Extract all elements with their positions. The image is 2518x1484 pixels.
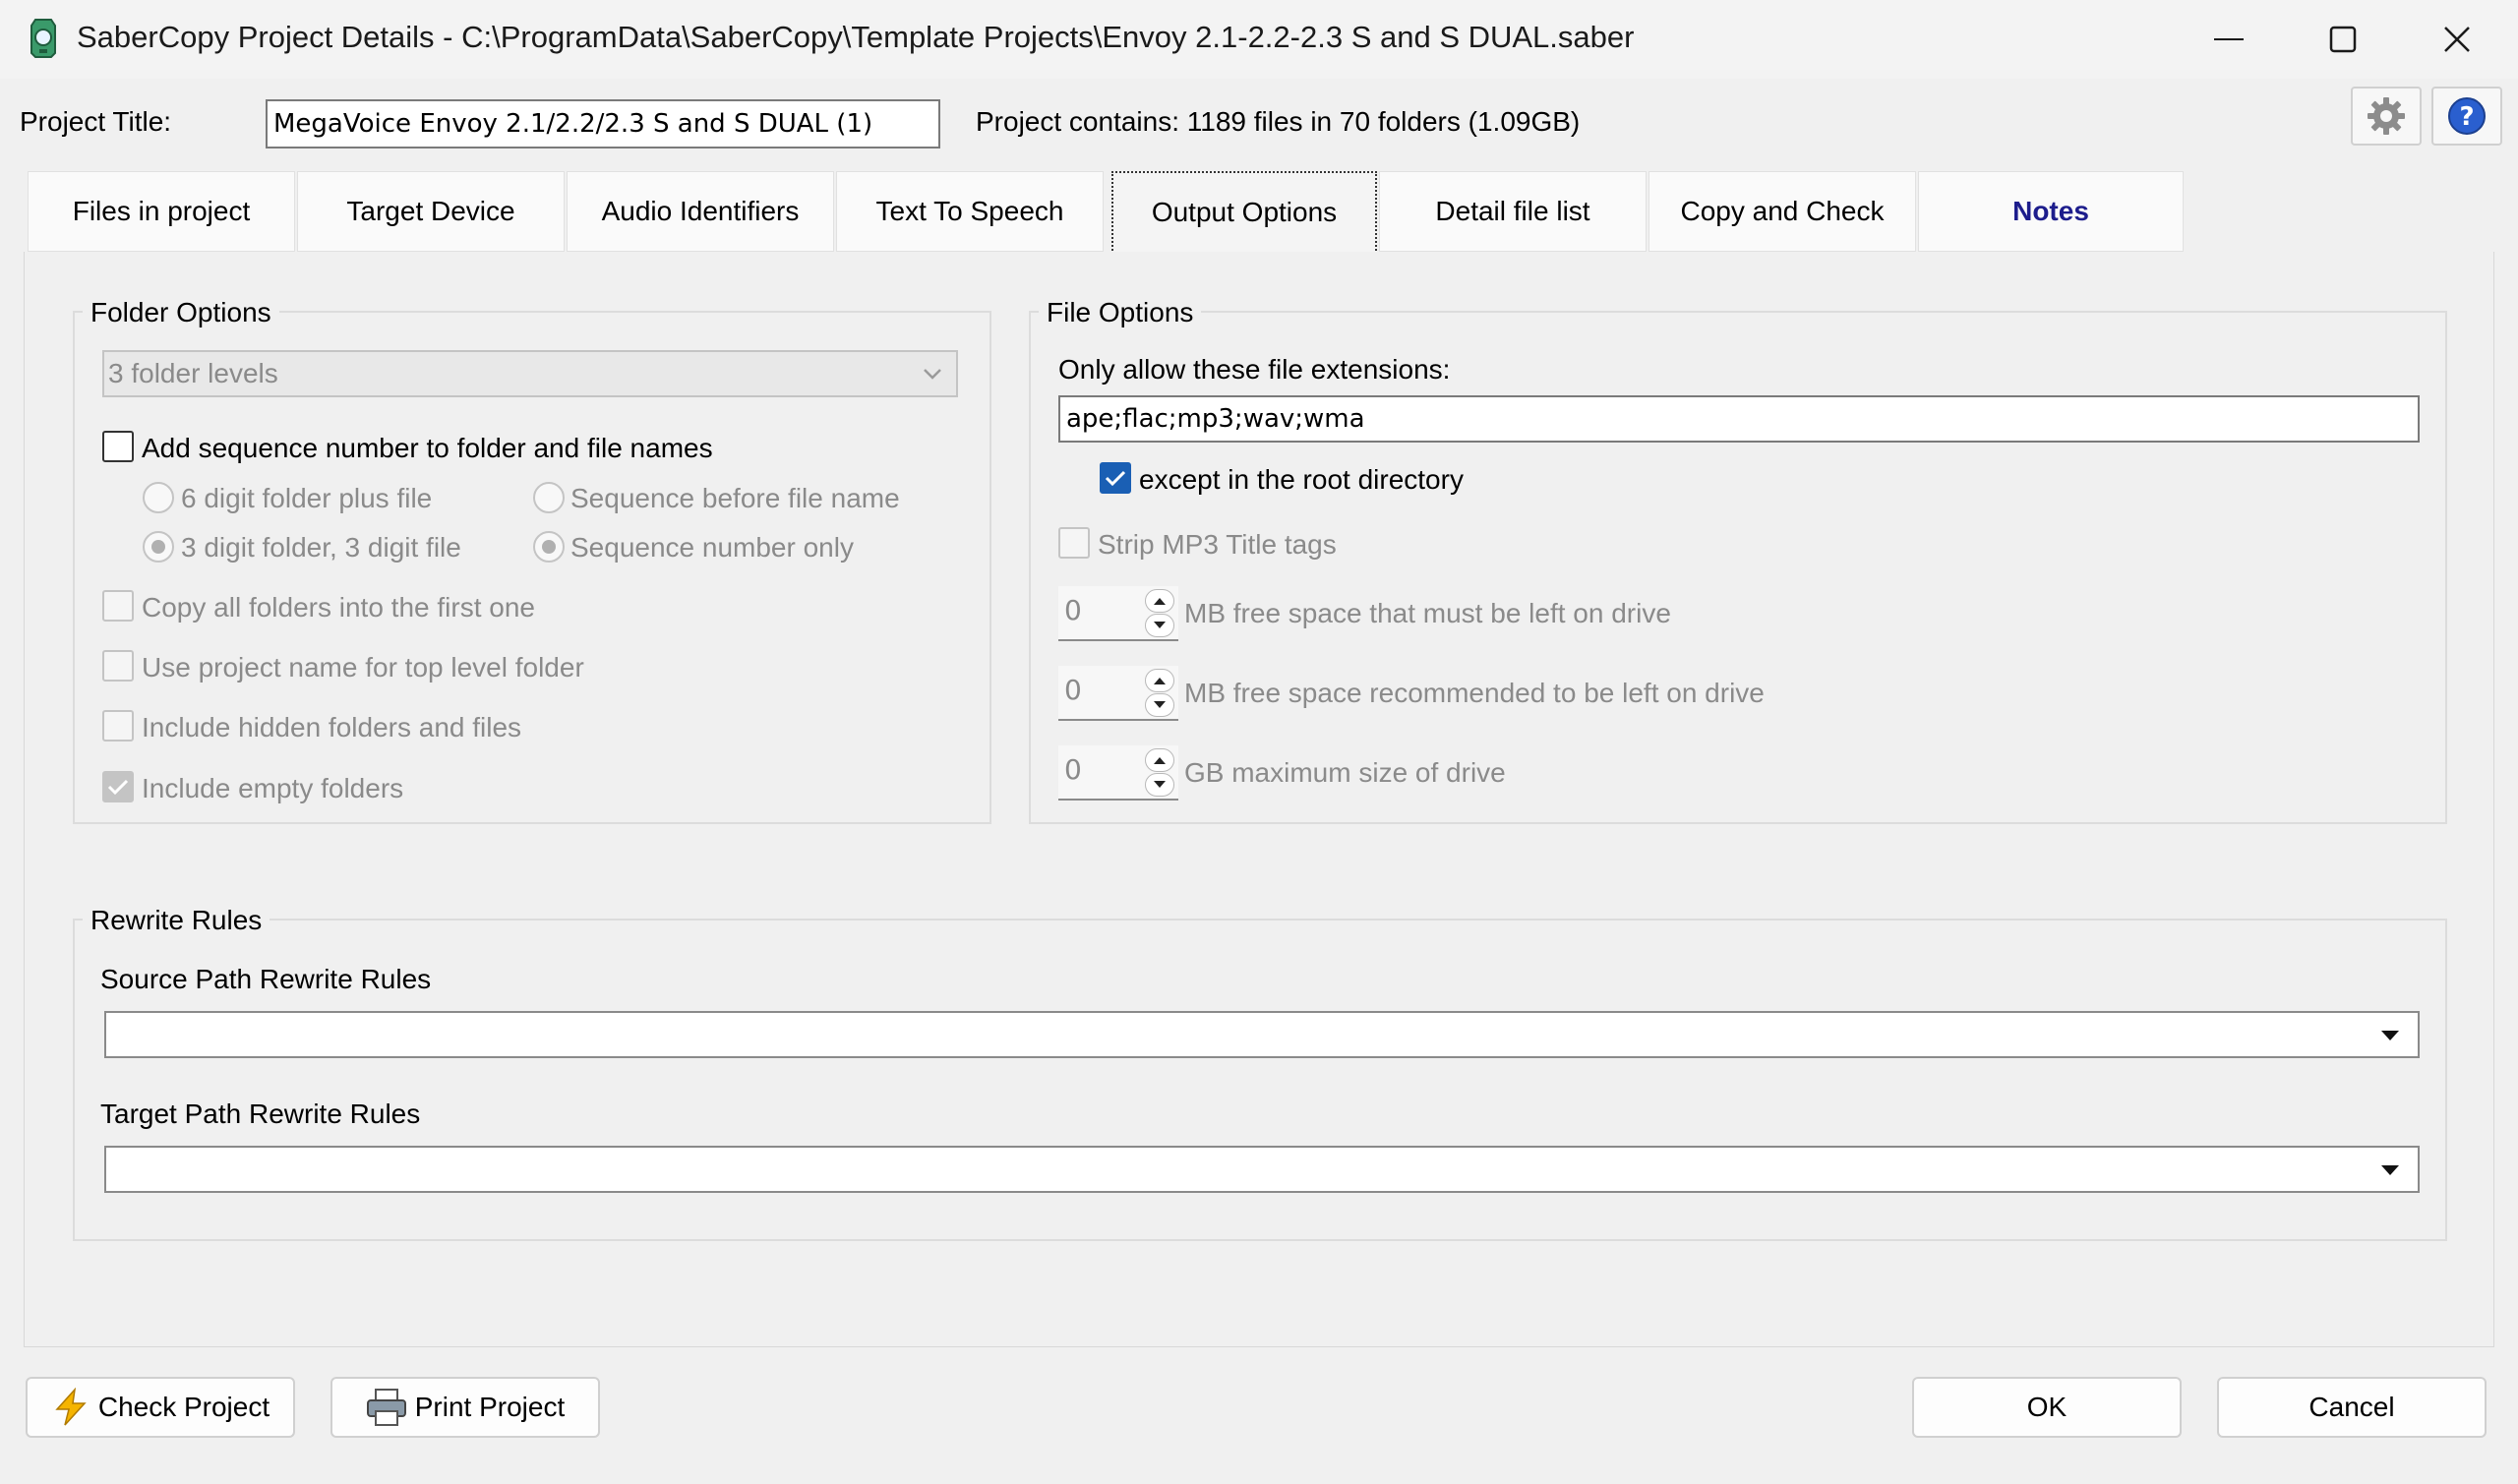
project-title-label: Project Title: xyxy=(20,106,172,137)
copy-all-folders-label: Copy all folders into the first one xyxy=(142,592,535,623)
help-icon: ? xyxy=(2448,97,2486,135)
tab-target-device[interactable]: Target Device xyxy=(297,171,565,252)
except-root-checkbox[interactable] xyxy=(1100,462,1131,494)
tab-detail-file-list[interactable]: Detail file list xyxy=(1379,171,1647,252)
print-project-label: Print Project xyxy=(414,1392,566,1422)
use-project-name-checkbox[interactable] xyxy=(102,650,134,682)
minimize-button[interactable] xyxy=(2172,0,2286,79)
strip-mp3-checkbox[interactable] xyxy=(1058,527,1090,559)
tab-notes[interactable]: Notes xyxy=(1918,171,2184,252)
max-size-spinner[interactable]: 0 xyxy=(1058,745,1178,801)
include-hidden-checkbox[interactable] xyxy=(102,710,134,742)
spin-up-button[interactable] xyxy=(1145,669,1174,692)
add-sequence-label: Add sequence number to folder and file n… xyxy=(142,433,713,463)
spin-down-button[interactable] xyxy=(1145,693,1174,717)
folder-options-legend: Folder Options xyxy=(83,297,279,328)
help-button[interactable]: ? xyxy=(2431,87,2502,146)
max-size-label: GB maximum size of drive xyxy=(1184,757,1506,788)
source-rewrite-label: Source Path Rewrite Rules xyxy=(100,964,432,994)
maximize-button[interactable] xyxy=(2286,0,2400,79)
checkmark-icon xyxy=(107,779,129,796)
radio-3digit-label: 3 digit folder, 3 digit file xyxy=(181,532,461,563)
close-icon xyxy=(2444,27,2470,52)
check-project-button[interactable]: Check Project xyxy=(26,1377,295,1438)
app-icon xyxy=(30,19,56,58)
checkmark-icon xyxy=(1105,470,1126,487)
caret-up-icon xyxy=(1154,678,1166,684)
close-button[interactable] xyxy=(2400,0,2514,79)
free-space-required-value: 0 xyxy=(1064,594,1082,626)
use-project-name-label: Use project name for top level folder xyxy=(142,652,584,683)
target-rewrite-select[interactable] xyxy=(104,1146,2420,1193)
include-empty-checkbox[interactable] xyxy=(102,771,134,802)
copy-all-folders-checkbox[interactable] xyxy=(102,590,134,622)
caret-up-icon xyxy=(1154,598,1166,605)
spin-up-button[interactable] xyxy=(1145,589,1174,613)
tab-audio-identifiers[interactable]: Audio Identifiers xyxy=(567,171,834,252)
free-space-required-label: MB free space that must be left on drive xyxy=(1184,598,1671,628)
caret-down-icon xyxy=(1154,701,1166,708)
lightning-icon xyxy=(51,1388,90,1427)
settings-button[interactable] xyxy=(2351,87,2422,146)
gear-icon xyxy=(2368,97,2405,135)
free-space-recommended-label: MB free space recommended to be left on … xyxy=(1184,678,1765,708)
free-space-recommended-spinner[interactable]: 0 xyxy=(1058,666,1178,721)
radio-seq-only-label: Sequence number only xyxy=(570,532,854,563)
tab-text-to-speech[interactable]: Text To Speech xyxy=(836,171,1104,252)
folder-levels-value: 3 folder levels xyxy=(108,358,278,388)
minimize-icon xyxy=(2214,38,2244,40)
file-options-legend: File Options xyxy=(1039,297,1202,328)
tab-copy-and-check[interactable]: Copy and Check xyxy=(1649,171,1916,252)
svg-text:?: ? xyxy=(2459,102,2474,132)
add-sequence-checkbox[interactable] xyxy=(102,431,134,462)
maximize-icon xyxy=(2329,26,2357,53)
tab-output-options[interactable]: Output Options xyxy=(1111,171,1377,254)
project-title-input[interactable]: MegaVoice Envoy 2.1/2.2/2.3 S and S DUAL… xyxy=(266,99,940,148)
caret-down-icon xyxy=(1154,622,1166,628)
project-contains-text: Project contains: 1189 files in 70 folde… xyxy=(976,106,1581,137)
caret-up-icon xyxy=(1154,757,1166,764)
radio-6digit[interactable] xyxy=(143,482,174,513)
free-space-recommended-value: 0 xyxy=(1064,674,1082,706)
folder-levels-select[interactable]: 3 folder levels xyxy=(102,350,958,397)
include-hidden-label: Include hidden folders and files xyxy=(142,712,522,742)
extensions-label: Only allow these file extensions: xyxy=(1058,354,1451,385)
chevron-down-icon xyxy=(924,369,941,380)
radio-seq-only[interactable] xyxy=(533,531,565,563)
ok-button[interactable]: OK xyxy=(1912,1377,2182,1438)
spin-down-button[interactable] xyxy=(1145,773,1174,797)
caret-down-icon xyxy=(2381,1031,2399,1040)
strip-mp3-label: Strip MP3 Title tags xyxy=(1098,529,1337,560)
radio-seq-before[interactable] xyxy=(533,482,565,513)
print-project-button[interactable]: Print Project xyxy=(330,1377,600,1438)
radio-3digit[interactable] xyxy=(143,531,174,563)
caret-down-icon xyxy=(2381,1165,2399,1175)
target-rewrite-label: Target Path Rewrite Rules xyxy=(100,1098,421,1129)
printer-icon xyxy=(366,1388,407,1427)
extensions-input[interactable]: ape;flac;mp3;wav;wma xyxy=(1058,395,2420,443)
file-options-group xyxy=(1029,311,2447,824)
cancel-button[interactable]: Cancel xyxy=(2217,1377,2487,1438)
caret-down-icon xyxy=(1154,781,1166,788)
include-empty-label: Include empty folders xyxy=(142,773,404,803)
rewrite-rules-legend: Rewrite Rules xyxy=(83,905,270,936)
source-rewrite-select[interactable] xyxy=(104,1011,2420,1058)
spin-down-button[interactable] xyxy=(1145,614,1174,637)
check-project-label: Check Project xyxy=(97,1392,270,1422)
free-space-required-spinner[interactable]: 0 xyxy=(1058,586,1178,641)
spin-up-button[interactable] xyxy=(1145,748,1174,772)
tab-files-in-project[interactable]: Files in project xyxy=(28,171,295,252)
except-root-label: except in the root directory xyxy=(1139,464,1464,495)
radio-seq-before-label: Sequence before file name xyxy=(570,483,900,513)
window-title: SaberCopy Project Details - C:\ProgramDa… xyxy=(77,20,1635,54)
radio-6digit-label: 6 digit folder plus file xyxy=(181,483,433,513)
max-size-value: 0 xyxy=(1064,753,1082,786)
